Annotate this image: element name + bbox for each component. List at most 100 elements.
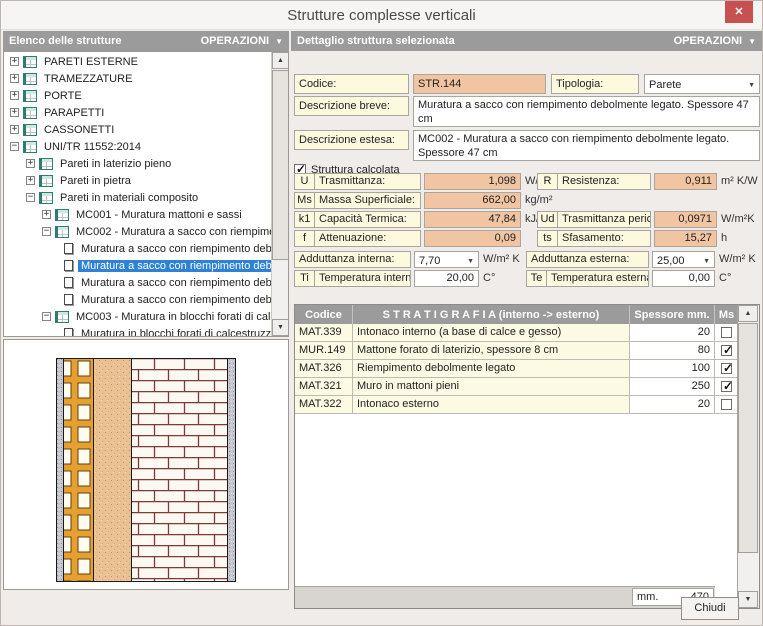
collapse-icon[interactable]: − xyxy=(10,142,19,151)
chevron-down-icon[interactable] xyxy=(703,254,710,266)
tree-item-parapetti[interactable]: + PARAPETTI xyxy=(4,104,271,121)
capacita-termica-value: 47,84 xyxy=(424,211,521,228)
tree-item-porte[interactable]: + PORTE xyxy=(4,87,271,104)
expand-icon[interactable]: + xyxy=(10,74,19,83)
stratigrafia-table: Codice S T R A T I G R A F I A (interno … xyxy=(294,304,760,609)
table-row[interactable]: MAT.322 Intonaco esterno 20 xyxy=(295,396,737,414)
param-unit: W/m² K xyxy=(483,251,520,268)
tree-item-label: MC003 - Muratura in blocchi forati di ca… xyxy=(73,311,271,323)
structure-leaf-icon xyxy=(64,328,73,336)
param-unit: m² K/W xyxy=(721,173,758,190)
col-header-ms: Ms xyxy=(715,305,739,324)
descrizione-estesa-label: Descrizione estesa: xyxy=(294,130,409,150)
structure-group-icon xyxy=(23,90,37,102)
collapse-icon[interactable]: − xyxy=(42,312,51,321)
descrizione-estesa-field[interactable]: MC002 - Muratura a sacco con riempimento… xyxy=(413,130,760,161)
close-window-button[interactable]: ✕ xyxy=(725,1,753,23)
expand-icon[interactable]: + xyxy=(10,57,19,66)
tree-item-pietra[interactable]: + Pareti in pietra xyxy=(4,172,271,189)
table-row[interactable]: MAT.326 Riempimento debolmente legato 10… xyxy=(295,360,737,378)
ms-checkbox[interactable] xyxy=(721,345,732,356)
cell-spessore[interactable]: 20 xyxy=(630,324,715,342)
col-header-codice: Codice xyxy=(295,305,353,324)
param-label: Temperatura interna: xyxy=(315,271,410,286)
param-symbol: ts xyxy=(538,231,558,246)
operations-menu-right[interactable]: OPERAZIONI xyxy=(674,35,756,47)
adduttanza-esterna-select[interactable]: 25,00 xyxy=(652,251,715,268)
tree-item-label: PARAPETTI xyxy=(41,107,107,119)
param-label: Trasmittanza periodica: xyxy=(558,212,650,227)
tree-item-label: MC002 - Muratura a sacco con riempimen xyxy=(73,226,271,238)
scroll-thumb[interactable] xyxy=(272,70,289,260)
structure-group-icon xyxy=(23,141,37,153)
codice-field[interactable]: STR.144 xyxy=(413,74,546,94)
tree-item-variant-1[interactable]: Muratura a sacco con riempimento deb xyxy=(4,240,271,257)
expand-icon[interactable]: + xyxy=(10,108,19,117)
adduttanza-interna-select[interactable]: 7,70 xyxy=(414,251,479,268)
tree-scrollbar[interactable] xyxy=(271,52,288,336)
scroll-up-icon[interactable] xyxy=(272,52,289,69)
descrizione-breve-field[interactable]: Muratura a sacco con riempimento debolme… xyxy=(413,96,760,127)
tree-item-mc003[interactable]: − MC003 - Muratura in blocchi forati di … xyxy=(4,308,271,325)
scroll-up-icon[interactable] xyxy=(738,305,758,322)
cell-spessore[interactable]: 20 xyxy=(630,396,715,414)
table-row[interactable]: MUR.149 Mattone forato di laterizio, spe… xyxy=(295,342,737,360)
tree-item-materiali-composito[interactable]: − Pareti in materiali composito xyxy=(4,189,271,206)
scroll-down-icon[interactable] xyxy=(272,319,289,336)
expand-icon[interactable]: + xyxy=(10,91,19,100)
param-row-adduttanze: Adduttanza interna: 7,70 W/m² K Adduttan… xyxy=(294,251,760,268)
cell-descrizione: Riempimento debolmente legato xyxy=(353,360,630,378)
cell-spessore[interactable]: 250 xyxy=(630,378,715,396)
tree-item-mc001[interactable]: + MC001 - Muratura mattoni e sassi xyxy=(4,206,271,223)
codice-row: Codice: STR.144 Tipologia: Parete xyxy=(294,74,760,94)
structures-list-panel: Elenco delle strutture OPERAZIONI + PARE… xyxy=(3,31,289,625)
tree-item-label: Pareti in laterizio pieno xyxy=(57,158,174,170)
scroll-down-icon[interactable] xyxy=(738,591,758,608)
temperatura-interna-field[interactable]: 20,00 xyxy=(414,270,479,287)
scroll-thumb[interactable] xyxy=(738,323,758,553)
collapse-icon[interactable]: − xyxy=(26,193,35,202)
tree-item-pareti-esterne[interactable]: + PARETI ESTERNE xyxy=(4,53,271,70)
tree-item-label: PARETI ESTERNE xyxy=(41,56,141,68)
expand-icon[interactable]: + xyxy=(26,159,35,168)
table-scrollbar[interactable] xyxy=(737,305,759,608)
tree-item-label: Pareti in pietra xyxy=(57,175,134,187)
tree-item-variant-3[interactable]: Muratura a sacco con riempimento deb xyxy=(4,274,271,291)
expand-icon[interactable]: + xyxy=(10,125,19,134)
adduttanza-esterna-value: 25,00 xyxy=(657,254,685,267)
chiudi-button[interactable]: Chiudi xyxy=(681,597,739,620)
chevron-down-icon[interactable] xyxy=(467,254,474,266)
structure-group-icon xyxy=(39,175,53,187)
expand-icon[interactable]: + xyxy=(26,176,35,185)
tree-item-variant-2-selected[interactable]: Muratura a sacco con riempimento deb xyxy=(4,257,271,274)
tree-item-cassonetti[interactable]: + CASSONETTI xyxy=(4,121,271,138)
ms-checkbox[interactable] xyxy=(721,363,732,374)
tree-item-label: Muratura a sacco con riempimento deb xyxy=(78,260,271,272)
tree-item-mc003-variant[interactable]: Muratura in blocchi forati di calcestruz… xyxy=(4,325,271,336)
tree-item-laterizio-pieno[interactable]: + Pareti in laterizio pieno xyxy=(4,155,271,172)
cell-spessore[interactable]: 80 xyxy=(630,342,715,360)
descrizione-estesa-row: Descrizione estesa: MC002 - Muratura a s… xyxy=(294,130,760,161)
tree-item-label: UNI/TR 11552:2014 xyxy=(41,141,144,153)
table-row[interactable]: MAT.321 Muro in mattoni pieni 250 xyxy=(295,378,737,396)
collapse-icon[interactable]: − xyxy=(42,227,51,236)
codice-label: Codice: xyxy=(294,74,409,94)
ms-checkbox[interactable] xyxy=(721,399,732,410)
chevron-down-icon[interactable] xyxy=(748,78,755,90)
tree-item-mc002[interactable]: − MC002 - Muratura a sacco con riempimen xyxy=(4,223,271,240)
tree-item-variant-4[interactable]: Muratura a sacco con riempimento deb xyxy=(4,291,271,308)
param-row-ms: Ms Massa Superficiale: 662,00 kg/m² xyxy=(294,192,760,209)
tree-item-tramezzature[interactable]: + TRAMEZZATURE xyxy=(4,70,271,87)
ms-checkbox[interactable] xyxy=(721,327,732,338)
ms-checkbox[interactable] xyxy=(721,381,732,392)
param-symbol: Ms xyxy=(295,193,315,208)
structure-group-icon xyxy=(39,158,53,170)
tipologia-select[interactable]: Parete xyxy=(644,74,760,94)
table-row[interactable]: MAT.339 Intonaco interno (a base di calc… xyxy=(295,324,737,342)
tree-item-label: Muratura a sacco con riempimento deb xyxy=(78,277,271,289)
expand-icon[interactable]: + xyxy=(42,210,51,219)
cell-spessore[interactable]: 100 xyxy=(630,360,715,378)
tree-item-uni-tr[interactable]: − UNI/TR 11552:2014 xyxy=(4,138,271,155)
temperatura-esterna-field[interactable]: 0,00 xyxy=(652,270,715,287)
operations-menu-left[interactable]: OPERAZIONI xyxy=(201,35,283,47)
